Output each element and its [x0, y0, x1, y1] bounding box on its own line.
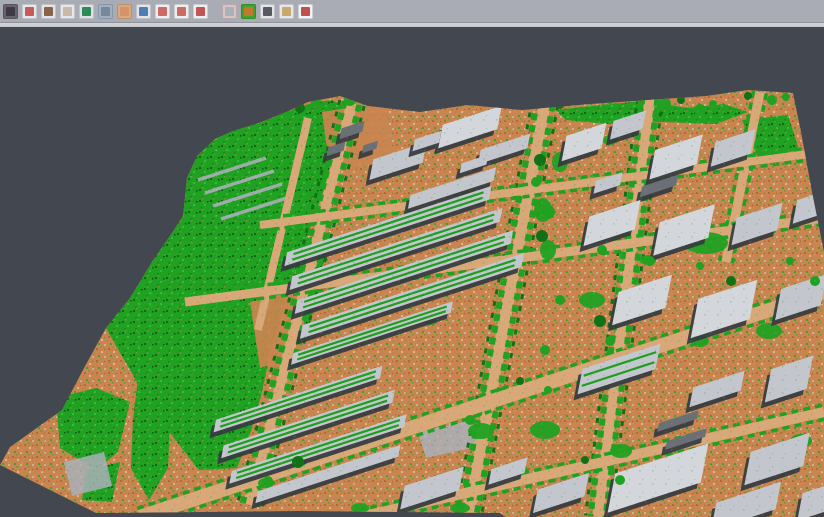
toolbar-button-show-dense-cloud[interactable]	[41, 4, 56, 19]
toolbar-button-show-model[interactable]	[98, 4, 113, 19]
show-shapes-icon	[225, 7, 234, 16]
measure-icon	[301, 7, 310, 16]
application-window	[0, 0, 824, 517]
toolbar-button-show-dem[interactable]	[155, 4, 170, 19]
toolbar-button-show-markers[interactable]	[22, 4, 37, 19]
toolbar-button-point-classes[interactable]	[241, 4, 256, 19]
point-classes-icon	[244, 7, 253, 16]
toolbar-button-show-orthomosaic[interactable]	[174, 4, 189, 19]
show-sparse-cloud-icon	[63, 7, 72, 16]
toolbar-button-show-point-cloud[interactable]	[3, 4, 18, 19]
tree	[465, 96, 475, 106]
toolbar-button-measure[interactable]	[298, 4, 313, 19]
toolbar	[0, 0, 824, 23]
tree	[376, 98, 384, 106]
toolbar-button-show-tiled-model[interactable]	[136, 4, 151, 19]
toolbar-separator	[0, 23, 824, 27]
show-markers-icon	[25, 7, 34, 16]
3d-viewport[interactable]	[0, 0, 824, 517]
tree	[486, 95, 494, 103]
show-point-cloud-icon	[6, 7, 15, 16]
toolbar-button-show-shapes[interactable]	[222, 4, 237, 19]
toolbar-button-show-region[interactable]	[193, 4, 208, 19]
show-dense-cloud-icon	[44, 7, 53, 16]
show-model-icon	[101, 7, 110, 16]
tree	[362, 93, 370, 101]
terrain-content	[0, 85, 824, 517]
toolbar-button-show-mesh[interactable]	[79, 4, 94, 19]
toolbar-button-show-cameras[interactable]	[260, 4, 275, 19]
show-region-icon	[196, 7, 205, 16]
toolbar-button-show-labels[interactable]	[279, 4, 294, 19]
show-orthomosaic-icon	[177, 7, 186, 16]
show-tiled-model-icon	[139, 7, 148, 16]
toolbar-button-show-sparse-cloud[interactable]	[60, 4, 75, 19]
show-texture-icon	[120, 7, 129, 16]
show-cameras-icon	[263, 7, 272, 16]
show-mesh-icon	[82, 7, 91, 16]
show-labels-icon	[282, 7, 291, 16]
show-dem-icon	[158, 7, 167, 16]
toolbar-button-show-texture[interactable]	[117, 4, 132, 19]
scene-svg[interactable]	[0, 0, 824, 517]
